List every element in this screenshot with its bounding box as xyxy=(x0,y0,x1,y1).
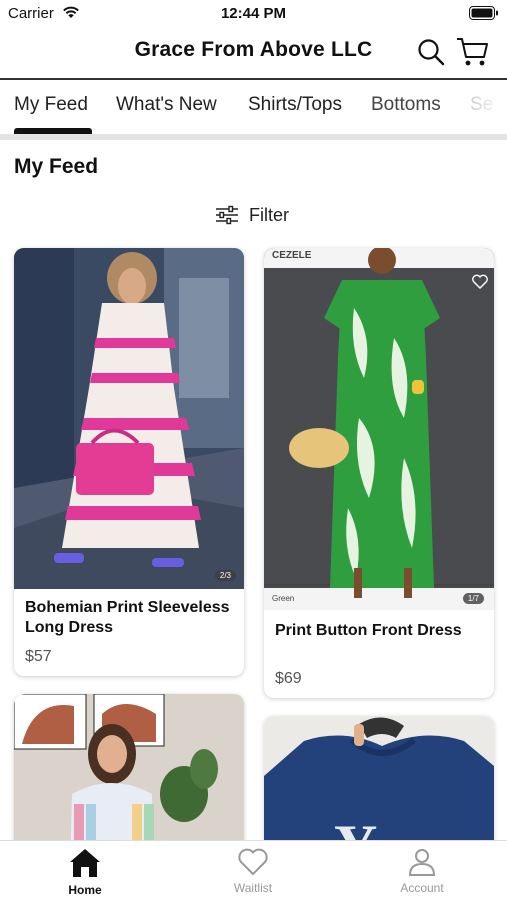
product-name: Bohemian Print Sleeveless Long Dress xyxy=(25,599,230,636)
tab-shirts-tops[interactable]: Shirts/Tops xyxy=(248,94,342,116)
cart-button[interactable] xyxy=(456,36,490,68)
filter-label: Filter xyxy=(249,204,289,225)
color-label: Green xyxy=(272,594,295,603)
status-time: 12:44 PM xyxy=(220,5,287,22)
product-image[interactable]: 2/3 xyxy=(14,248,244,589)
brand-label: CEZELE xyxy=(272,250,312,261)
account-icon xyxy=(408,849,436,876)
sliders-icon xyxy=(216,205,238,225)
tab-bottoms[interactable]: Bottoms xyxy=(371,94,441,116)
product-price: $69 xyxy=(275,670,302,687)
tab-waitlist[interactable]: Waitlist xyxy=(203,847,303,895)
image-page-badge: 1/7 xyxy=(462,593,484,604)
search-button[interactable] xyxy=(416,37,446,67)
search-icon xyxy=(418,39,445,66)
category-tabs: My Feed What's New Shirts/Tops Bottoms S… xyxy=(0,82,507,134)
heart-icon[interactable] xyxy=(472,274,488,294)
filter-button[interactable]: Filter xyxy=(215,202,289,228)
page-title: My Feed xyxy=(14,155,99,178)
tab-home[interactable]: Home xyxy=(35,847,135,897)
battery-icon xyxy=(469,6,499,20)
tab-my-feed[interactable]: My Feed xyxy=(14,94,88,116)
product-card[interactable]: CEZELE Green 1/7 Print Button Front Dres… xyxy=(264,248,494,698)
tab-account-label: Account xyxy=(400,881,444,895)
image-page-badge: 2/3 xyxy=(214,570,236,581)
product-photo-green-dress xyxy=(264,248,494,610)
tabs-divider xyxy=(0,134,507,140)
product-name: Print Button Front Dress xyxy=(275,622,462,639)
product-photo-bohemian-dress xyxy=(14,248,244,589)
tab-account[interactable]: Account xyxy=(372,847,472,895)
home-icon xyxy=(70,849,100,877)
tab-waitlist-label: Waitlist xyxy=(233,881,273,895)
status-bar: Carrier 12:44 PM xyxy=(0,0,507,28)
product-price: $57 xyxy=(25,648,52,665)
cart-icon xyxy=(457,38,488,66)
app-header: Grace From Above LLC xyxy=(0,28,507,80)
product-image[interactable]: CEZELE Green 1/7 xyxy=(264,248,494,610)
bottom-tab-bar: Home Waitlist Account xyxy=(0,840,507,900)
tab-home-label: Home xyxy=(68,883,102,897)
heart-icon xyxy=(238,848,268,875)
product-card[interactable]: 2/3 Bohemian Print Sleeveless Long Dress… xyxy=(14,248,244,676)
tabs-fade xyxy=(457,82,507,132)
tab-whats-new[interactable]: What's New xyxy=(116,94,217,116)
